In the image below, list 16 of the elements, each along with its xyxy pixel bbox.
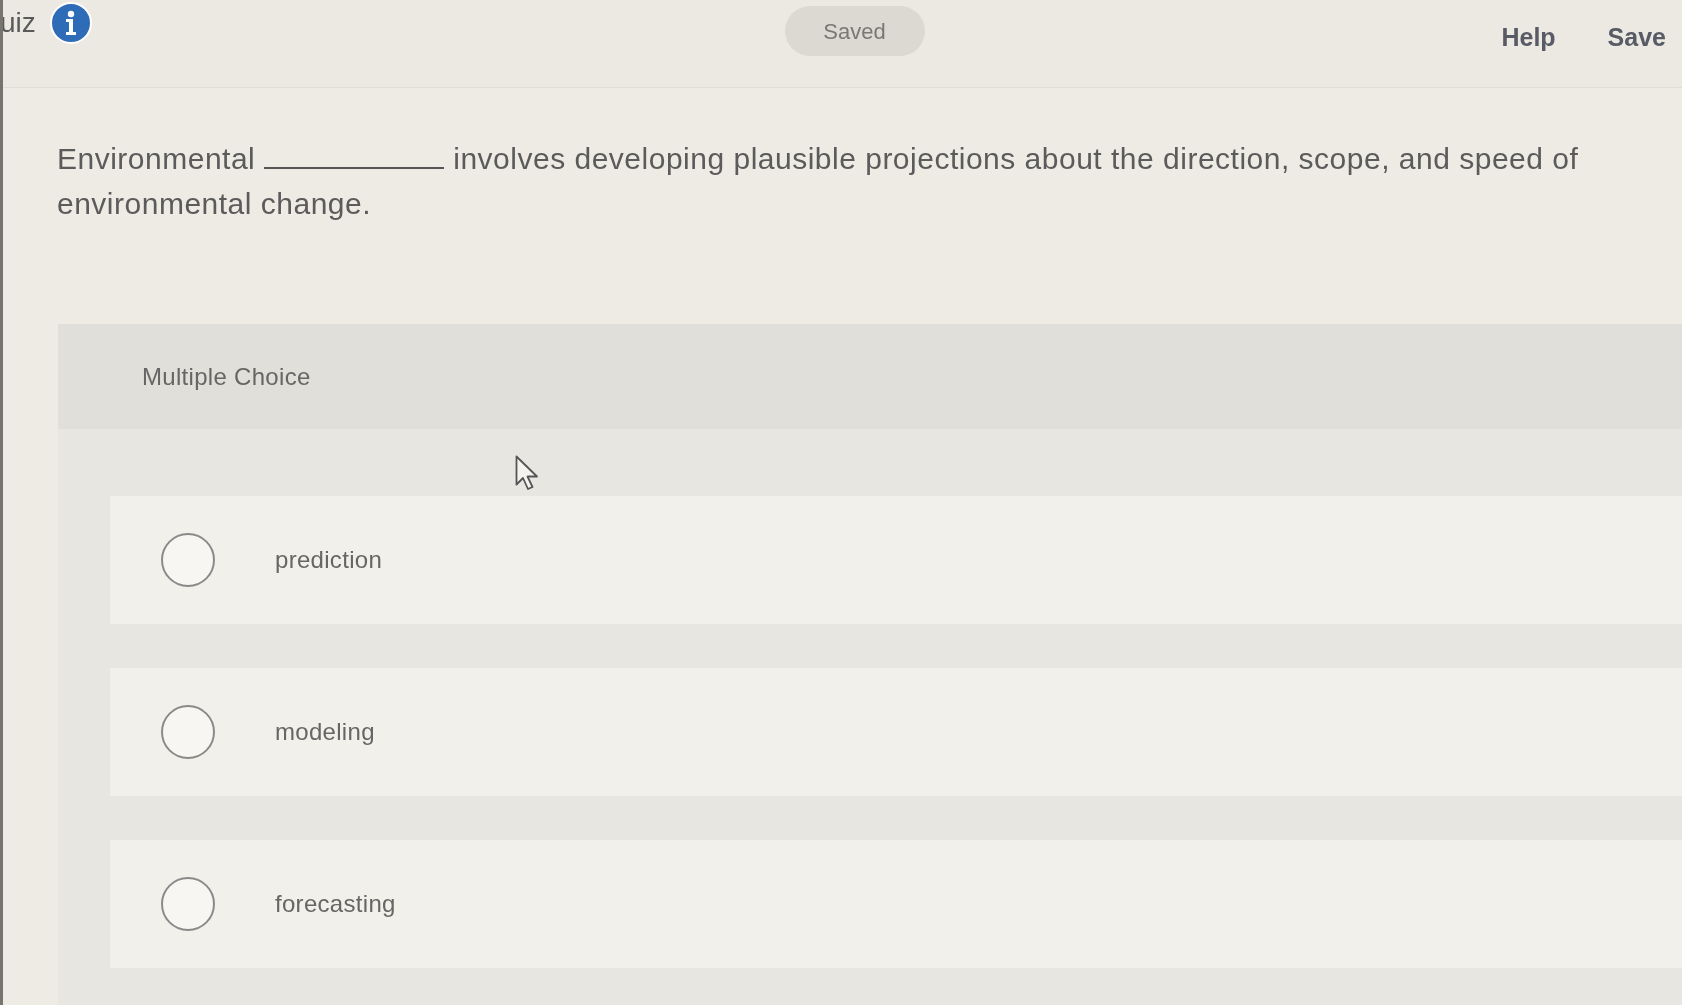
radio-button[interactable]: [161, 877, 215, 931]
option-label: modeling: [275, 717, 375, 747]
radio-button[interactable]: [161, 533, 215, 587]
option-label: forecasting: [275, 889, 396, 919]
answer-option-card[interactable]: modeling: [110, 668, 1682, 796]
answer-option-card[interactable]: forecasting: [110, 840, 1682, 968]
header-link[interactable]: Save: [1607, 19, 1666, 55]
option-label: prediction: [275, 545, 383, 575]
radio-button[interactable]: [161, 705, 215, 759]
header-link[interactable]: Help: [1501, 19, 1556, 55]
question-type-label: Multiple Choice: [142, 361, 311, 392]
answer-option-card[interactable]: prediction: [110, 496, 1682, 624]
info-icon[interactable]: [49, 2, 92, 44]
question-text: Environmental involves developing plausible projections about the direction, scope, and speed of environmental change.: [57, 141, 1580, 222]
pointer-cursor-icon: [515, 455, 539, 491]
saved-status: Saved: [784, 6, 925, 56]
